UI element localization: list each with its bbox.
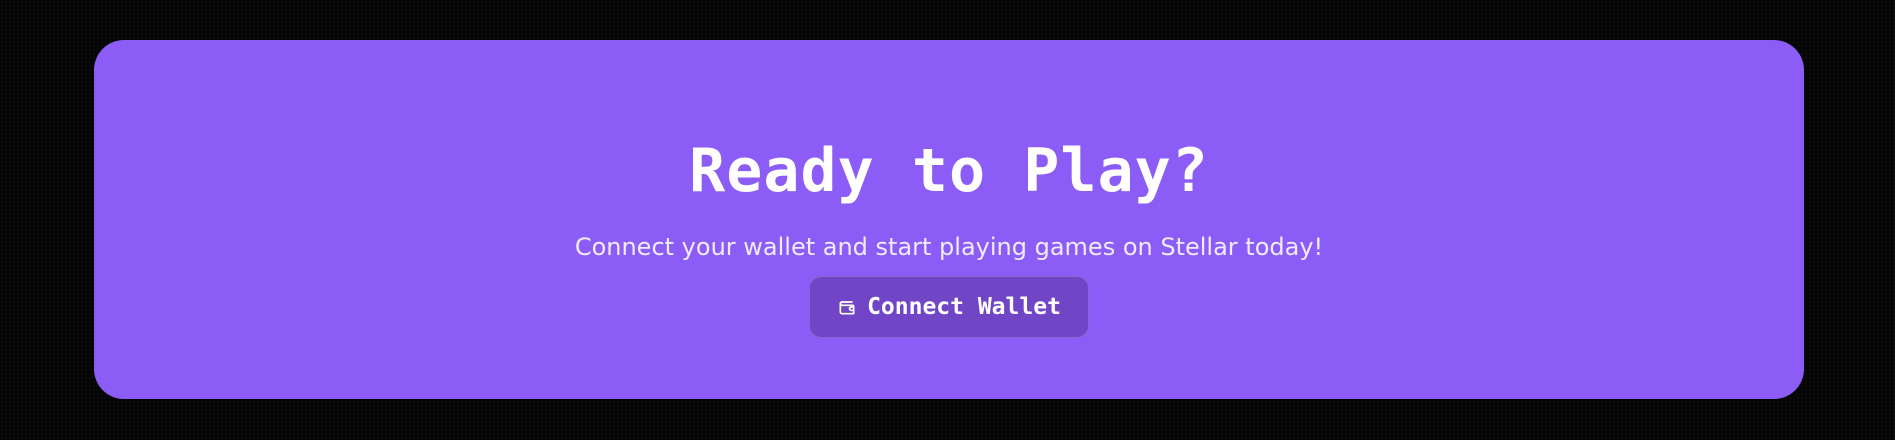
connect-wallet-label: Connect Wallet [867, 294, 1061, 320]
wallet-icon [837, 297, 857, 317]
cta-title: Ready to Play? [689, 136, 1209, 206]
cta-subtitle: Connect your wallet and start playing ga… [574, 233, 1324, 261]
connect-wallet-button[interactable]: Connect Wallet [809, 276, 1089, 338]
cta-card: Ready to Play? Connect your wallet and s… [94, 40, 1804, 399]
